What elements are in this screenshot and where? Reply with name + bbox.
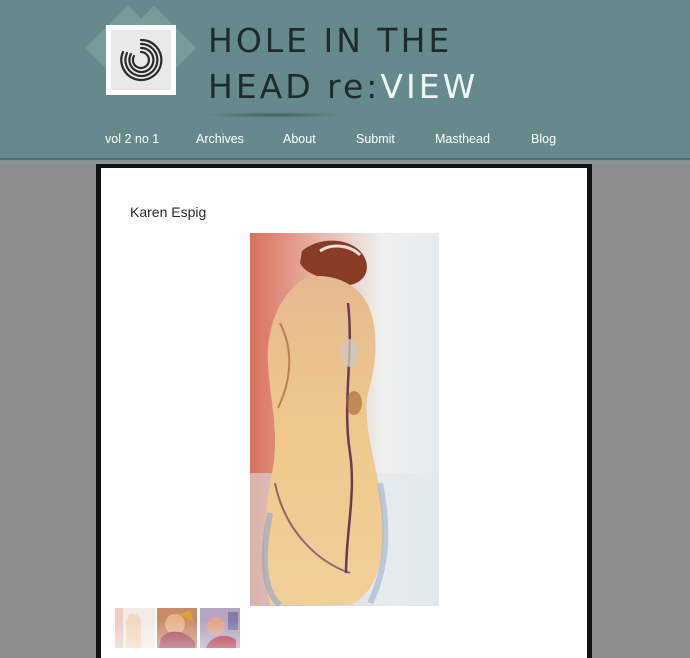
nav-item-about[interactable]: About	[283, 132, 316, 146]
nav-item-vol-2-no-1[interactable]: vol 2 no 1	[105, 132, 159, 146]
logo-inner	[111, 30, 171, 90]
nav-item-masthead[interactable]: Masthead	[435, 132, 490, 146]
gallery-thumbnail-3[interactable]	[200, 608, 240, 648]
site-title-line2: HEAD re:VIEW	[208, 64, 478, 110]
concentric-arcs-logo-icon	[120, 38, 163, 82]
header-divider	[0, 158, 690, 160]
gallery-thumbnail-1[interactable]	[115, 608, 155, 648]
gallery-thumbnail-2[interactable]	[157, 608, 197, 648]
nav-item-blog[interactable]: Blog	[531, 132, 556, 146]
artist-name: Karen Espig	[130, 204, 207, 220]
nav-item-archives[interactable]: Archives	[196, 132, 244, 146]
site-logo[interactable]	[106, 25, 176, 95]
main-nav: vol 2 no 1 Archives About Submit Masthea…	[0, 132, 690, 152]
site-title-line1: HOLE IN THE	[208, 21, 453, 60]
site-title-head: HEAD re:	[208, 67, 381, 106]
nav-item-submit[interactable]: Submit	[356, 132, 395, 146]
site-title[interactable]: HOLE IN THE HEAD re:VIEW	[208, 18, 478, 110]
artwork-image[interactable]	[250, 233, 439, 606]
site-title-view: VIEW	[380, 67, 479, 106]
site-header: HOLE IN THE HEAD re:VIEW vol 2 no 1 Arch…	[0, 0, 690, 158]
title-underline-shadow	[205, 112, 345, 118]
